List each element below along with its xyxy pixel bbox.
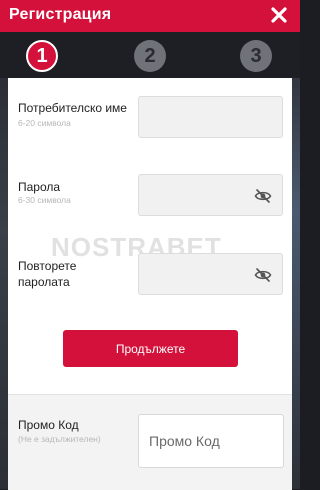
username-label: Потребителско име <box>18 101 127 115</box>
password-repeat-field[interactable] <box>138 253 283 295</box>
registration-header: Регистрация <box>0 0 300 32</box>
promo-code-input[interactable] <box>138 414 284 468</box>
page-title: Регистрация <box>9 6 112 23</box>
step-1: 1 <box>26 40 58 72</box>
close-button[interactable] <box>268 4 290 26</box>
close-icon <box>271 7 287 23</box>
password-repeat-label-line2: паролата <box>18 275 70 289</box>
username-hint: 6-20 символа <box>18 118 71 128</box>
password-field[interactable] <box>138 174 283 216</box>
password-repeat-label-line1: Повторете <box>18 259 77 273</box>
background-right <box>292 60 300 489</box>
promo-code-section: Промо Код (Не е задължителен) <box>8 394 292 490</box>
step-indicator: 1 2 3 <box>0 32 300 78</box>
continue-button[interactable]: Продължете <box>63 330 238 367</box>
continue-button-label: Продължете <box>115 341 186 356</box>
password-hint: 6-30 символа <box>18 195 71 205</box>
step-2: 2 <box>134 40 166 72</box>
promo-hint: (Не е задължителен) <box>18 434 101 444</box>
promo-label: Промо Код <box>18 418 79 432</box>
eye-slash-icon[interactable] <box>254 189 272 203</box>
step-3: 3 <box>240 40 272 72</box>
username-field[interactable] <box>138 96 283 138</box>
password-label: Парола <box>18 180 61 194</box>
background-left <box>0 60 8 489</box>
eye-slash-icon[interactable] <box>254 268 272 282</box>
registration-form: Потребителско име 6-20 символа Парола 6-… <box>8 78 292 490</box>
